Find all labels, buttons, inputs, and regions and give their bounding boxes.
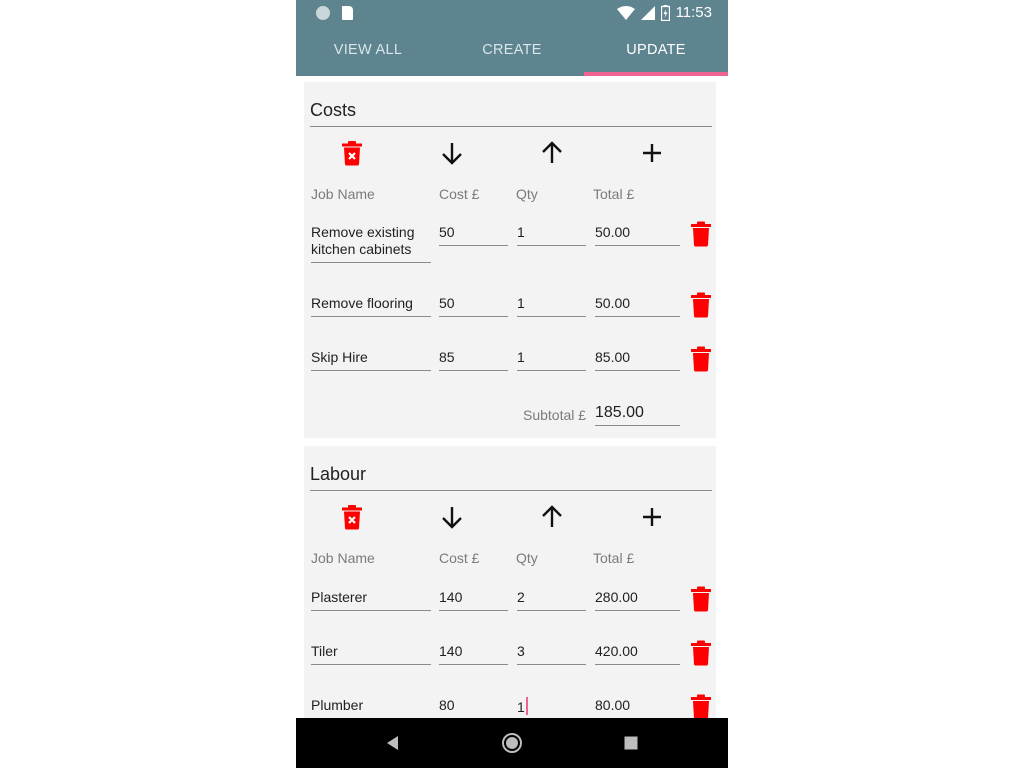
delete-section-icon[interactable] (339, 140, 365, 166)
qty-field[interactable]: 1 (517, 295, 586, 317)
labour-title: Labour (310, 464, 712, 491)
costs-title: Costs (310, 100, 712, 127)
qty-field[interactable]: 2 (517, 589, 586, 611)
total-field: 85.00 (595, 349, 680, 371)
sd-card-icon (342, 6, 353, 20)
cost-field[interactable]: 140 (439, 589, 508, 611)
subtotal-value: 185.00 (595, 404, 680, 426)
column-header-total: Total £ (593, 550, 635, 566)
job-name-field[interactable]: Skip Hire (311, 349, 431, 371)
cost-field[interactable]: 80 (439, 697, 508, 718)
update-form[interactable]: Costs Job Name Cost £ Qty Total £ Remove… (296, 76, 728, 718)
trash-icon[interactable] (690, 221, 712, 247)
add-row-icon[interactable] (639, 504, 665, 530)
column-header-total: Total £ (593, 186, 635, 202)
cost-field[interactable]: 50 (439, 224, 508, 246)
add-row-icon[interactable] (639, 140, 665, 166)
cost-field[interactable]: 50 (439, 295, 508, 317)
column-header-qty: Qty (516, 186, 538, 202)
job-name-field[interactable]: Plasterer (311, 589, 431, 611)
battery-icon (660, 4, 670, 21)
phone-screen: 11:53 VIEW ALL CREATE UPDATE Costs Job N… (296, 0, 728, 768)
status-bar: 11:53 (296, 0, 728, 26)
move-up-icon[interactable] (539, 140, 565, 166)
tab-update[interactable]: UPDATE (584, 26, 728, 76)
trash-icon[interactable] (690, 586, 712, 612)
cost-field[interactable]: 140 (439, 643, 508, 665)
text-cursor (525, 697, 528, 715)
column-header-job-name: Job Name (311, 186, 375, 202)
total-field: 50.00 (595, 295, 680, 317)
job-name-field[interactable]: Plumber (311, 697, 431, 718)
move-down-icon[interactable] (439, 140, 465, 166)
signal-icon (640, 5, 655, 20)
column-header-cost: Cost £ (439, 186, 480, 202)
navigation-bar (296, 718, 728, 768)
tab-bar: VIEW ALL CREATE UPDATE (296, 26, 728, 76)
qty-field[interactable]: 1 (517, 697, 586, 718)
labour-card: Labour Job Name Cost £ Qty Total £ Plast… (304, 446, 716, 718)
recents-icon[interactable] (624, 736, 638, 750)
job-name-field[interactable]: Remove existing kitchen cabinets (311, 224, 431, 263)
move-up-icon[interactable] (539, 504, 565, 530)
trash-icon[interactable] (690, 292, 712, 318)
move-down-icon[interactable] (439, 504, 465, 530)
trash-icon[interactable] (690, 694, 712, 718)
wifi-icon (616, 5, 635, 20)
qty-field[interactable]: 1 (517, 349, 586, 371)
job-name-field[interactable]: Remove flooring (311, 295, 431, 317)
clock: 11:53 (675, 4, 712, 21)
column-header-cost: Cost £ (439, 550, 480, 566)
back-icon[interactable] (384, 735, 400, 751)
total-field: 420.00 (595, 643, 680, 665)
tab-create[interactable]: CREATE (440, 26, 584, 76)
column-header-job-name: Job Name (311, 550, 375, 566)
notification-dot-icon (316, 6, 330, 20)
trash-icon[interactable] (690, 346, 712, 372)
qty-field[interactable]: 3 (517, 643, 586, 665)
subtotal-label: Subtotal £ (523, 407, 587, 423)
job-name-field[interactable]: Tiler (311, 643, 431, 665)
delete-section-icon[interactable] (339, 504, 365, 530)
total-field: 280.00 (595, 589, 680, 611)
qty-value: 1 (517, 699, 525, 715)
trash-icon[interactable] (690, 640, 712, 666)
home-icon[interactable] (501, 732, 523, 754)
total-field: 50.00 (595, 224, 680, 246)
cost-field[interactable]: 85 (439, 349, 508, 371)
costs-card: Costs Job Name Cost £ Qty Total £ Remove… (304, 82, 716, 438)
tab-view-all[interactable]: VIEW ALL (296, 26, 440, 76)
column-header-qty: Qty (516, 550, 538, 566)
qty-field[interactable]: 1 (517, 224, 586, 246)
total-field: 80.00 (595, 697, 680, 718)
